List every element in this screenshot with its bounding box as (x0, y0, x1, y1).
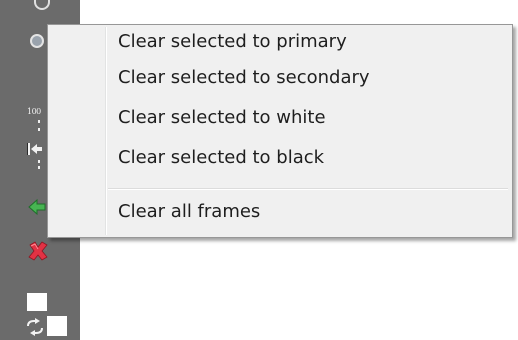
delete-x-icon[interactable] (27, 240, 49, 262)
arrow-left-icon[interactable] (28, 198, 46, 216)
fps-tick (38, 120, 40, 123)
fps-tick (38, 166, 40, 169)
fps-tick (38, 128, 40, 131)
fps-tick (38, 160, 40, 163)
secondary-color-swatch[interactable] (47, 316, 67, 336)
zoom-icon[interactable] (30, 34, 44, 48)
menu-item-label: Clear selected to primary (118, 31, 347, 52)
knob-icon[interactable] (34, 0, 50, 10)
context-menu: Clear selected to primary Clear selected… (47, 24, 513, 238)
fps-label: 100 (27, 107, 41, 116)
step-back-icon[interactable] (27, 141, 43, 157)
menu-item-clear-to-secondary[interactable]: Clear selected to secondary (50, 63, 510, 95)
menu-separator (108, 188, 508, 190)
menu-item-clear-to-white[interactable]: Clear selected to white (50, 103, 510, 135)
app-window: 100 Clear selected to primary Clear sele… (0, 0, 518, 340)
primary-color-swatch[interactable] (27, 293, 47, 311)
menu-item-label: Clear selected to secondary (118, 67, 370, 88)
menu-item-clear-to-black[interactable]: Clear selected to black (50, 143, 510, 175)
menu-item-clear-all-frames[interactable]: Clear all frames (50, 197, 510, 229)
swap-colors-icon[interactable] (26, 318, 44, 336)
menu-item-label: Clear all frames (118, 201, 261, 222)
menu-item-label: Clear selected to white (118, 107, 326, 128)
menu-item-label: Clear selected to black (118, 147, 325, 168)
menu-item-clear-to-primary[interactable]: Clear selected to primary (50, 27, 510, 59)
